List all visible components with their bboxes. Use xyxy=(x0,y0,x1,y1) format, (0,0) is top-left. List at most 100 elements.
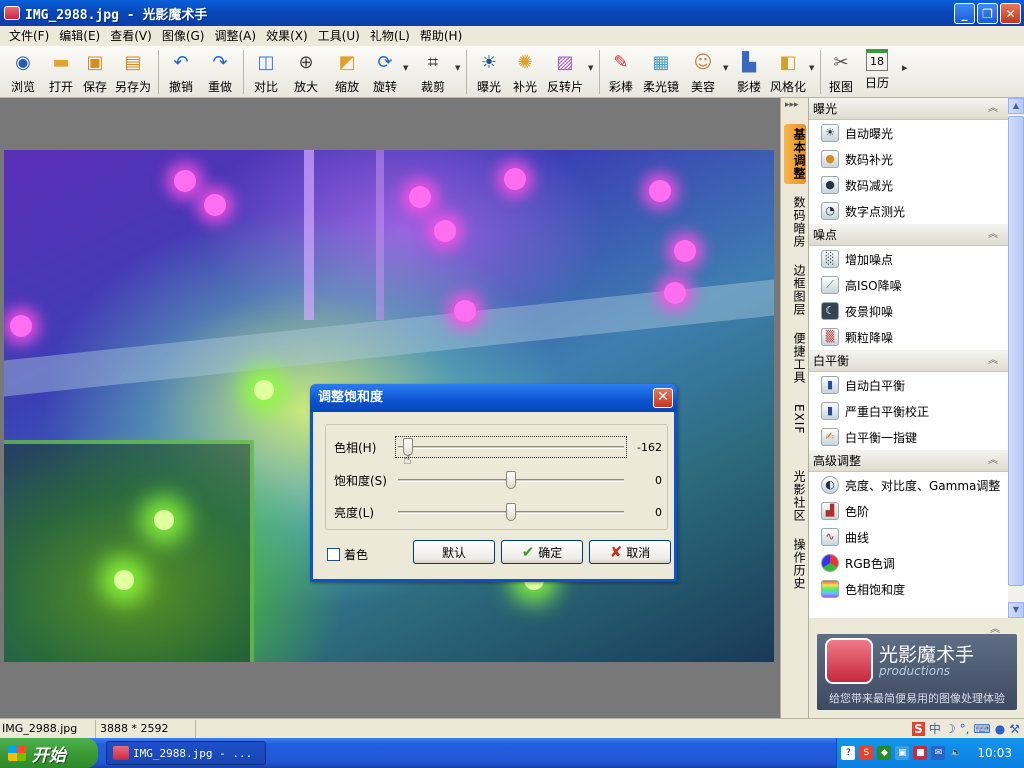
volume-icon[interactable]: 🔈 xyxy=(949,746,963,760)
open-button[interactable]: ▬ 打开 xyxy=(43,46,79,96)
rotate-dropdown-icon[interactable]: ▼ xyxy=(403,64,411,72)
crop-button[interactable]: ⌗ 裁剪 xyxy=(411,46,455,96)
minimize-button[interactable]: _ xyxy=(954,3,975,24)
tab-quick-tools[interactable]: 便捷工具 xyxy=(784,332,806,384)
exposure-button[interactable]: ☀ 曝光 xyxy=(470,46,508,96)
help-icon[interactable]: ? xyxy=(841,746,856,760)
menu-file[interactable]: 文件(F) xyxy=(4,26,54,46)
tab-exif[interactable]: EXIF xyxy=(784,404,806,434)
collapse-icon[interactable]: ︽ xyxy=(988,98,998,120)
maximize-button[interactable]: ❐ xyxy=(977,3,998,24)
ime-punct-icon[interactable]: °, xyxy=(960,722,970,736)
panel-item-auto-exposure[interactable]: ☀ 自动曝光 xyxy=(809,120,1008,146)
panel-item-add-noise[interactable]: ░ 增加噪点 xyxy=(809,246,1008,272)
collapse-icon[interactable]: ︽ xyxy=(988,224,998,246)
resize-button[interactable]: ◩ 缩放 xyxy=(327,46,367,96)
menu-gifts[interactable]: 礼物(L) xyxy=(365,26,415,46)
network-icon[interactable]: ▣ xyxy=(895,746,910,760)
panel-item-levels[interactable]: ▟ 色阶 xyxy=(809,498,1008,524)
close-button[interactable]: ✕ xyxy=(1000,3,1021,24)
save-as-button[interactable]: ▤ 另存为 xyxy=(111,46,155,96)
hue-slider[interactable] xyxy=(395,436,627,458)
title-bar[interactable]: IMG_2988.jpg - 光影魔术手 _ ❐ ✕ xyxy=(0,0,1024,26)
panel-item-severe-white-balance[interactable]: ▮ 严重白平衡校正 xyxy=(809,398,1008,424)
panel-item-hue-saturation[interactable]: 色相饱和度 xyxy=(809,576,1008,602)
collapse-icon[interactable]: ︽ xyxy=(990,620,1000,635)
promo-banner[interactable]: 光影魔术手 productions 给您带来最简便易用的图像处理体验 xyxy=(817,634,1017,710)
cancel-button[interactable]: ✘ 取消 xyxy=(589,540,671,564)
panel-item-spot-metering[interactable]: ◔ 数字点测光 xyxy=(809,198,1008,224)
dialog-close-button[interactable]: ✕ xyxy=(653,388,673,408)
stylize-button[interactable]: ◧ 风格化 xyxy=(767,46,809,96)
ime-toolbar[interactable]: S 中 ☽ °, ⌨ ● ⚒ xyxy=(912,720,1020,737)
lightness-slider-thumb[interactable] xyxy=(506,503,516,521)
cutout-button[interactable]: ✂ 抠图 xyxy=(824,46,858,96)
section-advanced-header[interactable]: 高级调整 ︽ xyxy=(809,450,1008,472)
chat-icon[interactable]: ✉ xyxy=(931,746,946,760)
tab-darkroom[interactable]: 数码暗房 xyxy=(784,196,806,248)
menu-view[interactable]: 查看(V) xyxy=(105,26,157,46)
start-button[interactable]: 开始 xyxy=(0,738,98,768)
panel-item-one-touch-white-balance[interactable]: ✍ 白平衡一指键 xyxy=(809,424,1008,450)
panel-item-auto-white-balance[interactable]: ▮ 自动白平衡 xyxy=(809,372,1008,398)
ime-keyboard-icon[interactable]: ⌨ xyxy=(973,722,990,736)
app-tray-icon[interactable]: ■ xyxy=(913,746,928,760)
panel-item-high-iso-denoise[interactable]: ⟋ 高ISO降噪 xyxy=(809,272,1008,298)
panel-item-digital-reduce-light[interactable]: ● 数码减光 xyxy=(809,172,1008,198)
rotate-button[interactable]: ⟳ 旋转 xyxy=(367,46,403,96)
tab-basic-adjust[interactable]: 基本调整 xyxy=(784,124,806,184)
collapse-icon[interactable]: ︽ xyxy=(988,350,998,372)
panel-item-grain-denoise[interactable]: ▒ 颗粒降噪 xyxy=(809,324,1008,350)
redo-button[interactable]: ↷ 重做 xyxy=(200,46,240,96)
undo-button[interactable]: ↶ 撤销 xyxy=(162,46,200,96)
section-white-balance-header[interactable]: 白平衡 ︽ xyxy=(809,350,1008,372)
fill-light-button[interactable]: ✺ 补光 xyxy=(508,46,542,96)
ok-button[interactable]: ✔ 确定 xyxy=(501,540,583,564)
slide-film-button[interactable]: ▨ 反转片 xyxy=(542,46,588,96)
section-exposure-header[interactable]: 曝光 ︽ xyxy=(809,98,1008,120)
panel-item-digital-fill-light[interactable]: ● 数码补光 xyxy=(809,146,1008,172)
default-button[interactable]: 默认 xyxy=(413,540,495,564)
sogou-tray-icon[interactable]: S xyxy=(859,746,874,760)
browse-button[interactable]: ◉ 浏览 xyxy=(3,46,43,96)
beauty-button[interactable]: ☺ 美容 xyxy=(683,46,723,96)
panel-item-curves[interactable]: ∿ 曲线 xyxy=(809,524,1008,550)
panel-collapse-icon[interactable]: ▸▸▸ xyxy=(785,100,799,110)
menu-tools[interactable]: 工具(U) xyxy=(313,26,365,46)
color-wand-button[interactable]: ✎ 彩棒 xyxy=(603,46,639,96)
panel-scrollbar[interactable]: ▲ ▼ xyxy=(1008,98,1024,618)
ime-user-icon[interactable]: ● xyxy=(995,722,1005,736)
saturation-slider[interactable] xyxy=(396,470,626,490)
tab-community[interactable]: 光影社区 xyxy=(784,470,806,522)
studio-button[interactable]: ▙ 影楼 xyxy=(731,46,767,96)
menu-help[interactable]: 帮助(H) xyxy=(415,26,467,46)
zoom-in-button[interactable]: ⊕ 放大 xyxy=(285,46,327,96)
tab-history[interactable]: 操作历史 xyxy=(784,538,806,590)
ime-settings-icon[interactable]: ⚒ xyxy=(1009,722,1020,736)
section-noise-header[interactable]: 噪点 ︽ xyxy=(809,224,1008,246)
toolbar-overflow-icon[interactable]: ▶ xyxy=(902,64,910,72)
ime-moon-icon[interactable]: ☽ xyxy=(945,722,956,736)
tab-frames[interactable]: 边框图层 xyxy=(784,264,806,316)
slide-film-dropdown-icon[interactable]: ▼ xyxy=(588,64,596,72)
app-icon[interactable] xyxy=(4,6,20,20)
panel-item-rgb-tone[interactable]: RGB色调 xyxy=(809,550,1008,576)
lightness-slider[interactable] xyxy=(396,502,626,522)
soft-light-button[interactable]: ▦ 柔光镜 xyxy=(639,46,683,96)
shield-icon[interactable]: ◆ xyxy=(877,746,892,760)
ime-chinese-icon[interactable]: 中 xyxy=(929,720,941,737)
menu-edit[interactable]: 编辑(E) xyxy=(54,26,105,46)
dialog-title-bar[interactable]: 调整饱和度 ✕ xyxy=(310,384,677,412)
scroll-up-icon[interactable]: ▲ xyxy=(1008,98,1024,114)
sogou-icon[interactable]: S xyxy=(912,721,925,736)
saturation-slider-thumb[interactable] xyxy=(506,471,516,489)
scrollbar-thumb[interactable] xyxy=(1008,116,1024,586)
checkbox-box[interactable] xyxy=(327,548,340,561)
collapse-icon[interactable]: ︽ xyxy=(988,450,998,472)
stylize-dropdown-icon[interactable]: ▼ xyxy=(809,64,817,72)
panel-item-brightness-contrast[interactable]: ◐ 亮度、对比度、Gamma调整 xyxy=(809,472,1008,498)
panel-item-night-denoise[interactable]: ☾ 夜景抑噪 xyxy=(809,298,1008,324)
menu-effects[interactable]: 效果(X) xyxy=(261,26,313,46)
scroll-down-icon[interactable]: ▼ xyxy=(1008,602,1024,618)
calendar-button[interactable]: 18 日历 xyxy=(858,46,896,96)
